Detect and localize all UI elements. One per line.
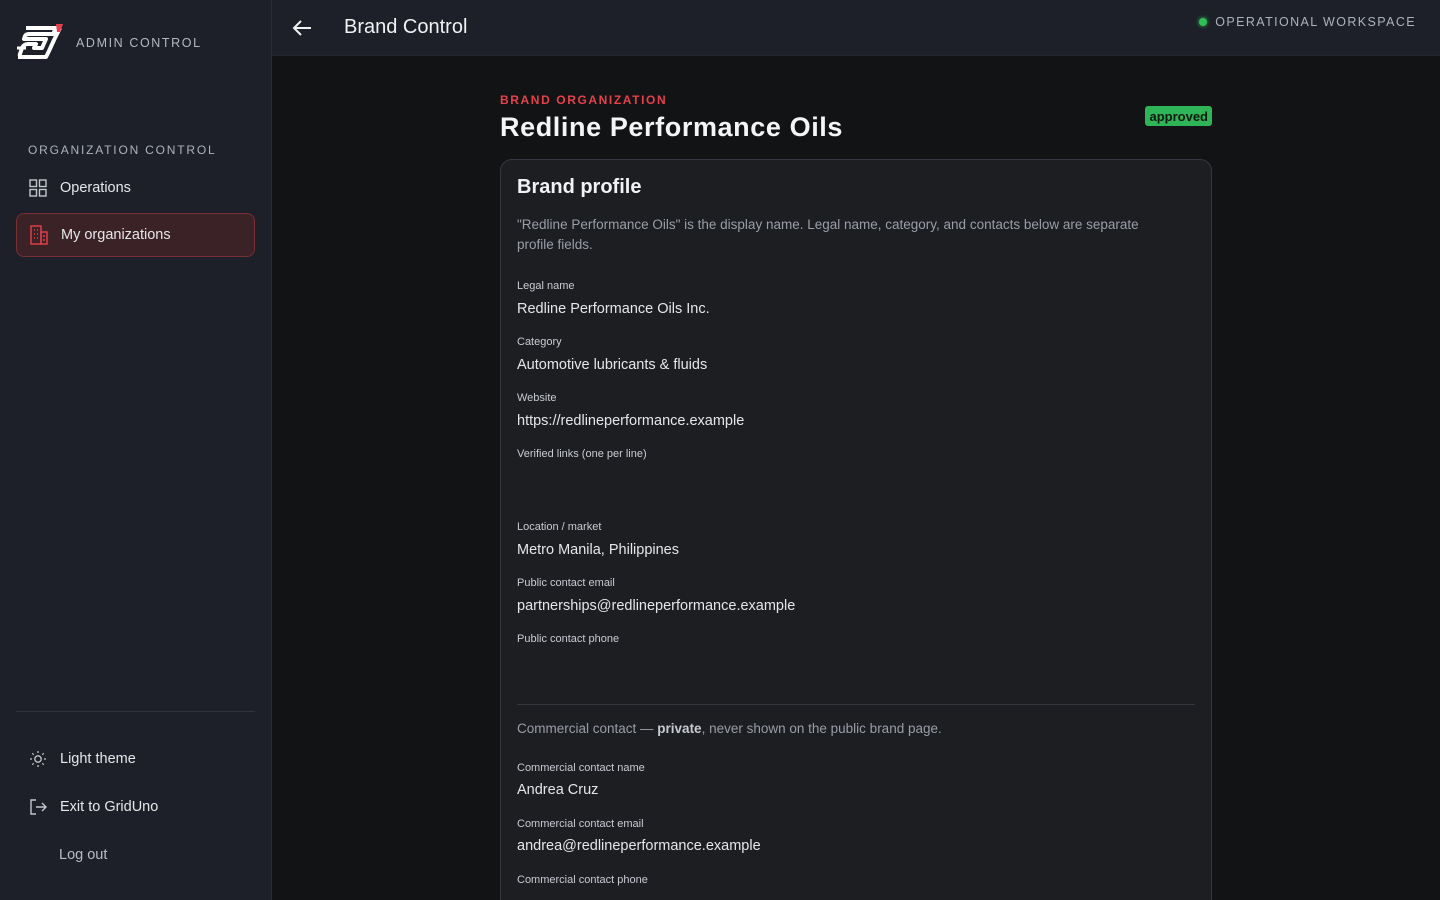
website-field[interactable]: https://redlineperformance.example: [517, 413, 744, 429]
exit-icon: [28, 797, 48, 817]
card-description: "Redline Performance Oils" is the displa…: [517, 217, 1139, 252]
website-label: Website: [517, 392, 557, 404]
status-dot-icon: [1199, 18, 1208, 26]
location-field[interactable]: Metro Manila, Philippines: [517, 542, 679, 558]
exit-to-gridu-button[interactable]: Exit to GridUno: [16, 785, 255, 829]
private-note-suffix: , never shown on the public brand page.: [701, 721, 942, 736]
sidebar-item-label: Exit to GridUno: [60, 799, 159, 815]
verified-links-field[interactable]: [517, 469, 1177, 509]
building-icon: [29, 225, 49, 245]
section-divider: [517, 704, 1195, 705]
section-label: ORGANIZATION CONTROL: [28, 143, 217, 157]
public-phone-label: Public contact phone: [517, 633, 620, 645]
workspace-status-label: OPERATIONAL WORKSPACE: [1215, 15, 1416, 29]
page-title: Brand Control: [344, 16, 468, 38]
org-type-label: BRAND ORGANIZATION: [500, 93, 668, 107]
private-note-emphasis: private: [657, 721, 702, 736]
verified-links-label: Verified links (one per line): [517, 448, 647, 460]
sidebar-item-my-organizations[interactable]: My organizations: [16, 213, 255, 257]
light-theme-toggle[interactable]: Light theme: [16, 737, 255, 781]
public-email-field[interactable]: partnerships@redlineperformance.example: [517, 598, 795, 614]
brand-header: ADMIN CONTROL: [16, 24, 202, 62]
commercial-phone-field[interactable]: [517, 894, 1177, 900]
sun-icon: [28, 749, 48, 769]
commercial-name-label: Commercial contact name: [517, 762, 645, 774]
location-label: Location / market: [517, 521, 602, 533]
sidebar-divider: [16, 711, 255, 712]
category-label: Category: [517, 336, 562, 348]
org-name-heading: Redline Performance Oils: [500, 112, 844, 142]
private-contact-note: Commercial contact — private, never show…: [517, 721, 942, 736]
gridu-logo[interactable]: [16, 24, 64, 62]
arrow-left-icon: [292, 20, 311, 36]
back-button[interactable]: [288, 14, 316, 42]
logout-button[interactable]: Log out: [16, 833, 255, 877]
sidebar-item-label: Operations: [60, 180, 131, 196]
commercial-email-field[interactable]: andrea@redlineperformance.example: [517, 838, 761, 854]
commercial-name-field[interactable]: Andrea Cruz: [517, 782, 598, 798]
status-badge: approved: [1145, 106, 1212, 126]
workspace-status: OPERATIONAL WORKSPACE: [1199, 15, 1416, 29]
commercial-phone-label: Commercial contact phone: [517, 874, 648, 886]
grid-icon: [28, 178, 48, 198]
category-field[interactable]: Automotive lubricants & fluids: [517, 357, 707, 373]
public-phone-field[interactable]: [517, 654, 1177, 676]
sidebar-item-label: My organizations: [61, 227, 171, 243]
app-label: ADMIN CONTROL: [76, 36, 202, 50]
sidebar: ADMIN CONTROL ORGANIZATION CONTROL Opera…: [0, 0, 272, 900]
brand-profile-card: Brand profile "Redline Performance Oils"…: [500, 159, 1212, 900]
public-email-label: Public contact email: [517, 577, 615, 589]
legal-name-field[interactable]: Redline Performance Oils Inc.: [517, 301, 710, 317]
private-note-prefix: Commercial contact —: [517, 721, 658, 736]
app-root: ADMIN CONTROL ORGANIZATION CONTROL Opera…: [0, 0, 1440, 900]
legal-name-label: Legal name: [517, 280, 575, 292]
card-title: Brand profile: [517, 176, 642, 198]
sidebar-item-label: Light theme: [60, 751, 136, 767]
sidebar-item-operations[interactable]: Operations: [16, 166, 255, 210]
commercial-email-label: Commercial contact email: [517, 818, 644, 830]
top-bar: Brand Control OPERATIONAL WORKSPACE: [272, 0, 1440, 56]
